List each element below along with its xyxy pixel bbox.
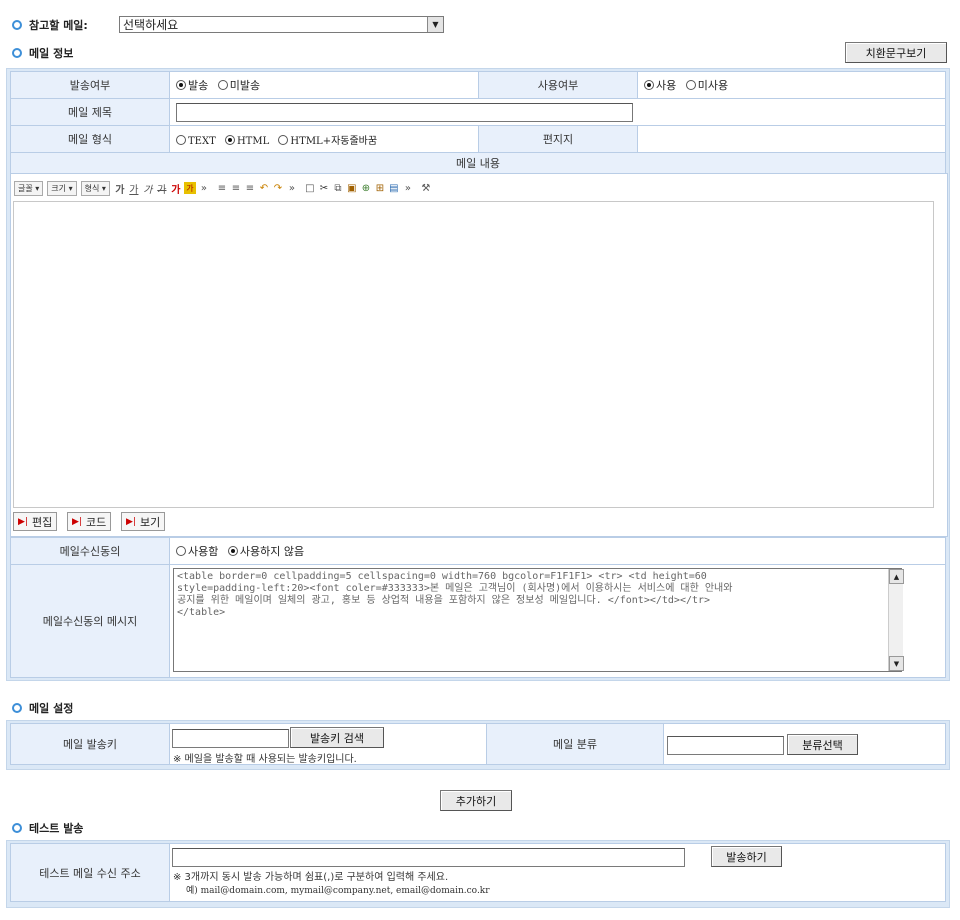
link-icon[interactable]: ⊕ [360, 182, 372, 194]
more-icon[interactable]: » [402, 182, 414, 194]
highlight-icon[interactable]: 가 [183, 182, 196, 194]
font-button[interactable]: 글꼴 ▾ [14, 180, 44, 196]
test-send-title: 테스트 발송 [12, 820, 83, 836]
mail-info-title: 메일 정보 [12, 45, 73, 61]
test-send-title-text: 테스트 발송 [29, 822, 84, 835]
align-left-icon[interactable]: ≡ [216, 182, 228, 194]
copy-icon[interactable]: ⧉ [332, 182, 344, 194]
chevron-down-icon[interactable]: ▼ [427, 17, 443, 32]
editor-toolbar: 글꼴 ▾ 크기 ▾ 형식 ▾ 가 가 가 가 가 가 » ≡ ≡ ≡ ↶ ↷ »… [14, 180, 434, 196]
use-label: 사용여부 [478, 71, 638, 99]
replace-text-button[interactable]: 치환문구보기 [845, 42, 947, 63]
underline-icon[interactable]: 가 [128, 182, 140, 196]
bullet-icon [12, 703, 22, 713]
italic-icon[interactable]: 가 [142, 182, 154, 196]
editor-body[interactable] [13, 201, 934, 508]
key-search-button[interactable]: 발송키 검색 [290, 727, 384, 748]
test-hint-1: ※ 3개까지 동시 발송 가능하며 쉼표(,)로 구분하여 입력해 주세요. [173, 872, 449, 883]
format-label: 메일 형식 [10, 125, 170, 153]
test-send-button[interactable]: 발송하기 [711, 846, 782, 867]
test-addr-label: 테스트 메일 수신 주소 [10, 843, 170, 902]
bold-icon[interactable]: 가 [114, 182, 126, 196]
category-select-button[interactable]: 분류선택 [787, 734, 858, 755]
bullet-icon [12, 20, 22, 30]
ref-mail-row: 참고할 메일: [12, 17, 88, 33]
play-icon: ▶| [18, 516, 28, 527]
undo-icon[interactable]: ↶ [258, 182, 270, 194]
consent-options: 사용함 사용하지 않음 [169, 537, 946, 565]
more-icon[interactable]: » [286, 182, 298, 194]
new-document-icon[interactable]: □ [304, 182, 316, 194]
mail-info-title-text: 메일 정보 [29, 47, 74, 60]
bullet-icon [12, 48, 22, 58]
mail-setting-title: 메일 설정 [12, 700, 73, 716]
size-button[interactable]: 크기 ▾ [47, 180, 77, 196]
mode-code-button[interactable]: ▶| 코드 [67, 512, 112, 531]
image-icon[interactable]: ▤ [388, 182, 400, 194]
more-icon[interactable]: » [198, 182, 210, 194]
subject-input[interactable] [176, 102, 633, 122]
category-label: 메일 분류 [486, 723, 664, 765]
key-hint: ※ 메일을 발송할 때 사용되는 발송키입니다. [173, 754, 357, 765]
tool-icon[interactable]: ⚒ [420, 182, 432, 194]
key-input[interactable] [172, 729, 289, 748]
format-options: TEXT HTML HTML+자동줄바꿈 [169, 125, 479, 153]
align-center-icon[interactable]: ≡ [230, 182, 242, 194]
use-radio-on[interactable]: 사용 [644, 79, 676, 92]
send-radio-on[interactable]: 발송 [176, 79, 208, 92]
consent-message-textarea[interactable]: <table border=0 cellpadding=5 cellspacin… [173, 568, 902, 672]
send-options: 발송 미발송 [169, 71, 479, 99]
category-input[interactable] [667, 736, 784, 755]
play-icon: ▶| [72, 516, 82, 527]
send-label: 발송여부 [10, 71, 170, 99]
send-radio-off[interactable]: 미발송 [217, 79, 260, 92]
consent-label: 메일수신동의 [10, 537, 170, 565]
use-radio-off[interactable]: 미사용 [685, 79, 728, 92]
redo-icon[interactable]: ↷ [272, 182, 284, 194]
strike-icon[interactable]: 가 [156, 182, 168, 196]
test-hint-2: 예) mail@domain.com, mymail@company.net, … [186, 886, 490, 896]
stationery-label: 편지지 [478, 125, 638, 153]
stationery-cell[interactable] [637, 125, 946, 153]
consent-msg-label: 메일수신동의 메시지 [10, 564, 170, 678]
mode-view-button[interactable]: ▶| 보기 [121, 512, 166, 531]
mail-info-table: 발송여부 발송 미발송 사용여부 사용 미사용 메일 제목 메일 형식 TEXT… [10, 71, 946, 174]
ref-mail-selected: 선택하세요 [123, 18, 179, 32]
format-radio-text[interactable]: TEXT [176, 134, 216, 147]
font-color-icon[interactable]: 가 [170, 182, 182, 196]
format-button[interactable]: 형식 ▾ [80, 180, 110, 196]
scroll-down-icon[interactable]: ▼ [889, 656, 904, 671]
subject-label: 메일 제목 [10, 98, 170, 126]
scroll-up-icon[interactable]: ▲ [889, 569, 904, 584]
consent-radio-use[interactable]: 사용함 [176, 545, 218, 558]
scrollbar[interactable]: ▲ ▼ [888, 569, 904, 671]
table-icon[interactable]: ⊞ [374, 182, 386, 194]
content-label: 메일 내용 [10, 152, 946, 174]
mode-edit-button[interactable]: ▶| 편집 [13, 512, 58, 531]
test-addr-input[interactable] [172, 848, 685, 867]
cut-icon[interactable]: ✂ [318, 182, 330, 194]
format-radio-html-wrap[interactable]: HTML+자동줄바꿈 [278, 134, 377, 147]
add-button[interactable]: 추가하기 [440, 790, 512, 811]
paste-icon[interactable]: ▣ [346, 182, 358, 194]
mail-setting-title-text: 메일 설정 [29, 702, 74, 715]
align-right-icon[interactable]: ≡ [244, 182, 256, 194]
use-options: 사용 미사용 [637, 71, 946, 99]
play-icon: ▶| [126, 516, 136, 527]
consent-radio-nouse[interactable]: 사용하지 않음 [227, 545, 304, 558]
format-radio-html[interactable]: HTML [224, 134, 269, 147]
ref-mail-label: 참고할 메일: [29, 19, 88, 32]
subject-cell [169, 98, 946, 126]
bullet-icon [12, 823, 22, 833]
ref-mail-select[interactable]: 선택하세요 ▼ [119, 16, 444, 33]
key-label: 메일 발송키 [10, 723, 170, 765]
